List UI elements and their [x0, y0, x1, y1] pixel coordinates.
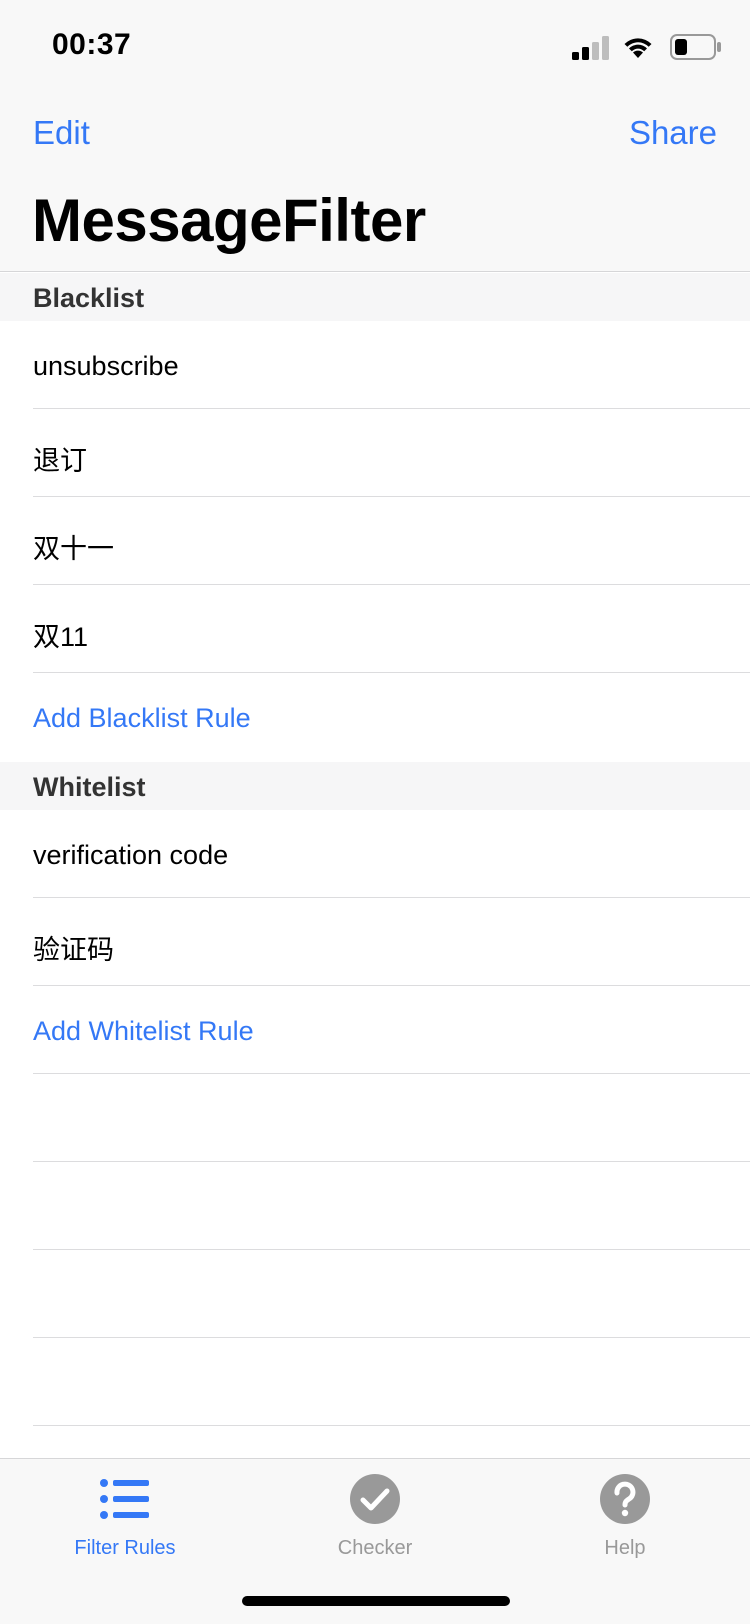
section-header-blacklist: Blacklist: [0, 273, 750, 321]
list-item[interactable]: 双11: [0, 585, 750, 673]
rule-label: 验证码: [33, 935, 114, 965]
rule-label: unsubscribe: [33, 351, 179, 381]
add-whitelist-rule-button[interactable]: Add Whitelist Rule: [0, 986, 750, 1074]
battery-icon: [670, 34, 721, 60]
rule-label: verification code: [33, 840, 229, 870]
question-circle-icon: [600, 1474, 650, 1524]
section-title: Whitelist: [33, 772, 146, 802]
empty-row: [0, 1162, 750, 1250]
list-item[interactable]: unsubscribe: [0, 321, 750, 409]
tab-checker[interactable]: Checker: [250, 1473, 500, 1573]
checkmark-circle-icon: [350, 1474, 400, 1524]
add-rule-label: Add Whitelist Rule: [33, 1016, 254, 1046]
section-title: Blacklist: [33, 283, 145, 313]
list-icon: [100, 1479, 149, 1519]
home-indicator: [242, 1596, 510, 1606]
tab-label: Filter Rules: [74, 1537, 176, 1559]
tab-help[interactable]: Help: [500, 1473, 750, 1573]
status-icons: [572, 30, 722, 64]
wifi-icon: [624, 38, 652, 58]
add-blacklist-rule-button[interactable]: Add Blacklist Rule: [0, 673, 750, 761]
tab-filter-rules[interactable]: Filter Rules: [0, 1473, 250, 1573]
page-title: MessageFilter: [32, 187, 426, 254]
rule-label: 双十一: [33, 534, 114, 564]
list-item[interactable]: 双十一: [0, 497, 750, 585]
list-item[interactable]: 退订: [0, 409, 750, 497]
list-item[interactable]: 验证码: [0, 898, 750, 986]
status-time: 00:37: [52, 28, 132, 61]
tab-label: Checker: [337, 1537, 413, 1559]
divider: [33, 1425, 750, 1426]
empty-row: [0, 1074, 750, 1162]
list-item[interactable]: verification code: [0, 810, 750, 898]
rule-label: 双11: [33, 622, 89, 652]
empty-row: [0, 1250, 750, 1338]
tab-label: Help: [604, 1537, 646, 1559]
section-header-whitelist: Whitelist: [0, 762, 750, 810]
add-rule-label: Add Blacklist Rule: [33, 703, 251, 733]
screen: 00:37 Edit Share MessageFilter Blacklist…: [0, 0, 750, 1624]
rule-label: 退订: [33, 446, 87, 476]
share-button[interactable]: Share: [629, 114, 717, 152]
edit-button[interactable]: Edit: [33, 114, 90, 152]
empty-row: [0, 1338, 750, 1426]
cellular-signal-icon: [572, 36, 609, 60]
